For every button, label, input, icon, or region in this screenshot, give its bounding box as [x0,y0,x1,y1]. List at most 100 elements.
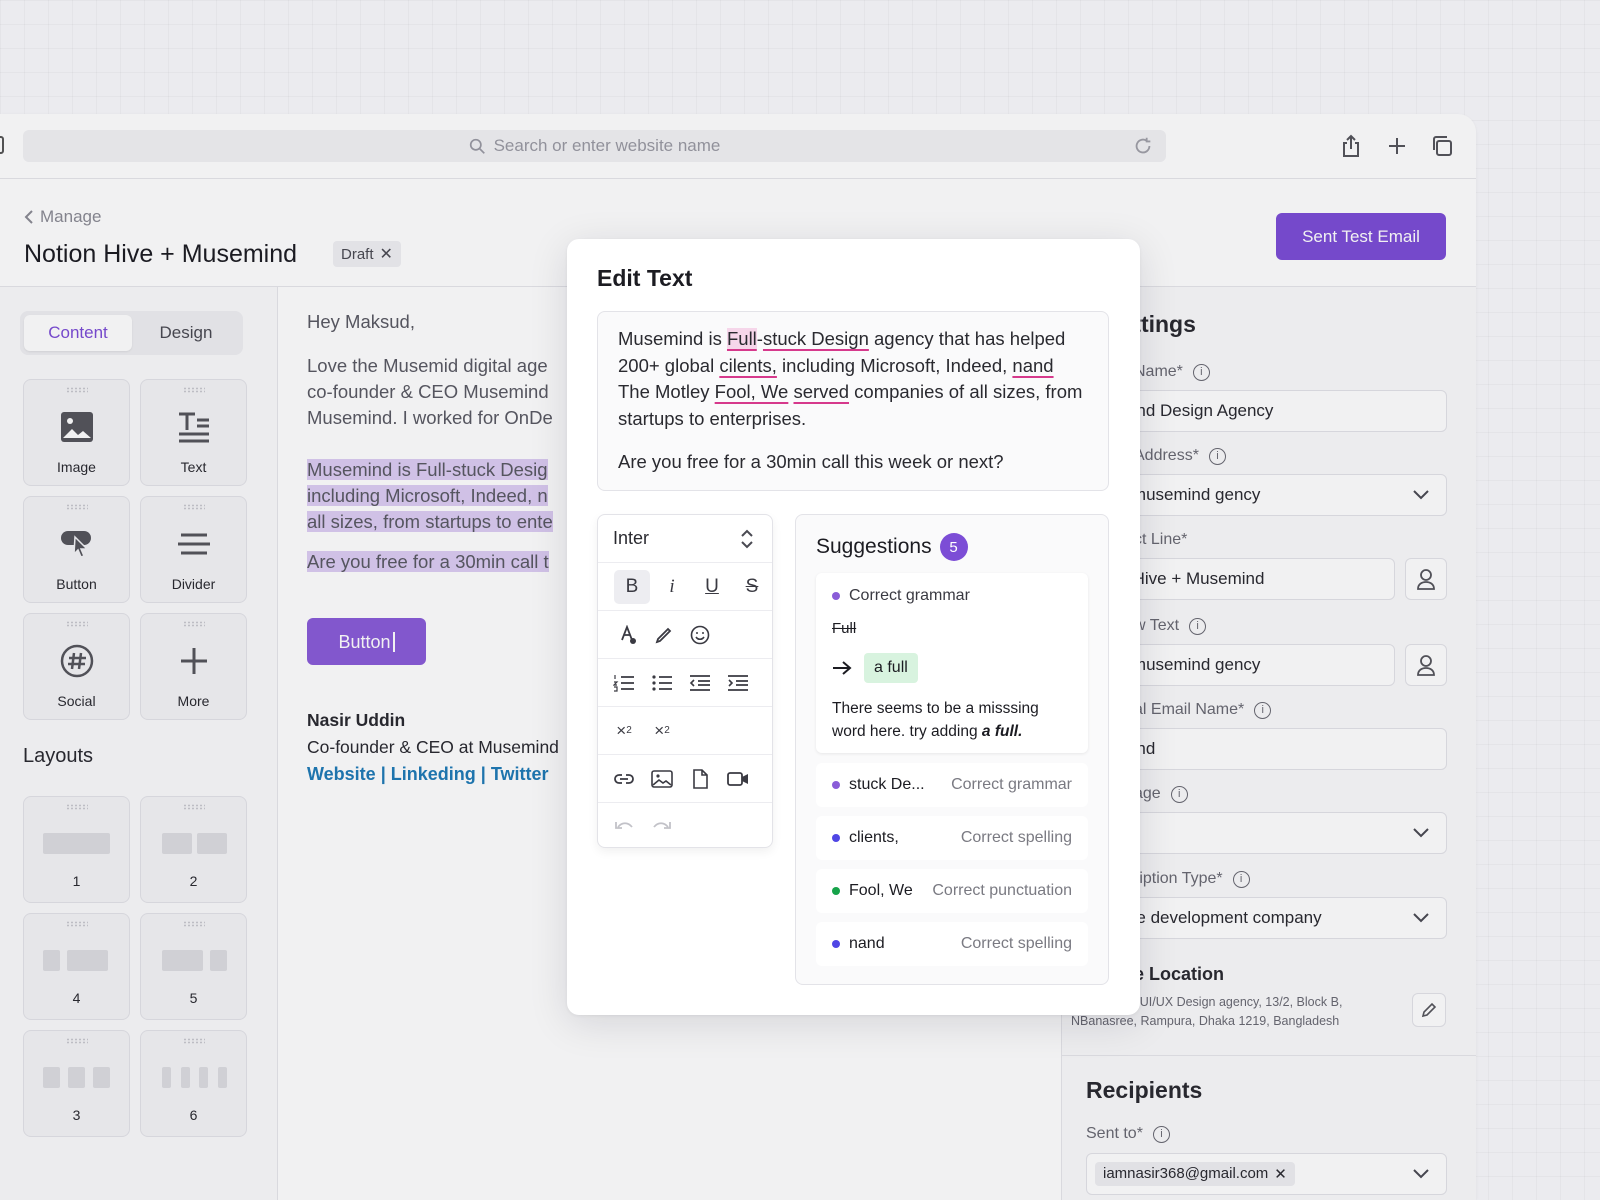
outdent-icon[interactable] [682,666,718,700]
suggestion-item[interactable]: stuck De... Correct grammar [816,763,1088,807]
link-twitter[interactable]: Twitter [491,764,549,784]
email-line-selected[interactable]: Are you free for a 30min call t [307,551,549,572]
suggestion-type: Correct grammar [951,776,1072,793]
undo-icon[interactable] [606,808,642,842]
emoji-icon[interactable] [682,618,718,652]
text-color-icon[interactable] [610,618,646,652]
block-button[interactable]: Button [23,496,130,603]
info-icon[interactable]: i [1152,1125,1170,1143]
suggestion-item[interactable]: Fool, We Correct punctuation [816,869,1088,913]
info-icon[interactable]: i [1254,701,1272,719]
subscription-type-select[interactable]: ware development company [1098,897,1447,939]
drag-handle-icon[interactable] [65,504,88,510]
link-website[interactable]: Website [307,764,376,784]
chevron-down-icon [1413,828,1429,838]
address-bar[interactable]: Search or enter website name [23,130,1166,162]
edit-text-area[interactable]: Musemind is Full-stuck Design agency tha… [597,311,1109,491]
suggestion-item[interactable]: nand Correct spelling [816,922,1088,966]
user-icon [1417,569,1435,590]
plus-icon [179,641,209,681]
subject-line-field[interactable]: on Hive + Musemind [1098,558,1395,600]
link-linkedin[interactable]: Linkeding [391,764,476,784]
preview-text-field[interactable]: r@musemind gency [1098,644,1395,686]
subscript-icon[interactable]: × 2 [606,714,642,748]
info-icon[interactable]: i [1208,447,1226,465]
highlighter-icon[interactable] [646,618,682,652]
replacement-chip[interactable]: a full [864,653,918,683]
tabs-overview-icon[interactable] [1426,130,1458,162]
drag-handle-icon[interactable] [65,387,88,393]
superscript-icon[interactable]: × 2 [644,714,680,748]
block-divider[interactable]: Divider [140,496,247,603]
language-select[interactable]: lish [1098,812,1447,854]
drag-handle-icon[interactable] [182,621,205,627]
flagged-word[interactable]: served [793,381,849,402]
flagged-word[interactable]: Full [726,328,757,349]
layout-6[interactable]: 6 [140,1030,247,1137]
reload-icon[interactable] [1132,135,1154,157]
image-icon [60,407,94,447]
email-paragraph-selected[interactable]: Musemind is Full-stuck Desig including M… [307,457,553,535]
indent-icon[interactable] [720,666,756,700]
drag-handle-icon[interactable] [182,387,205,393]
sender-name-field[interactable]: emind Design Agency [1098,390,1447,432]
layout-2[interactable]: 2 [140,796,247,903]
strikethrough-button[interactable]: S [734,570,770,604]
drag-handle-icon[interactable] [65,621,88,627]
sent-to-select[interactable]: iamnasir368@gmail.com ✕ [1086,1153,1447,1195]
share-icon[interactable] [1335,130,1367,162]
underline-button[interactable]: U [694,570,730,604]
tab-design[interactable]: Design [132,315,240,351]
sidebar-toggle-icon[interactable] [0,136,4,154]
flagged-word[interactable]: cilents, [719,355,777,376]
block-image[interactable]: Image [23,379,130,486]
numbered-list-icon[interactable] [606,666,642,700]
chevron-down-icon [1413,490,1429,500]
layout-1[interactable]: 1 [23,796,130,903]
email-button-block[interactable]: Button [307,618,426,665]
layout-5[interactable]: 5 [140,913,247,1020]
toolbar-row [598,659,772,707]
info-icon[interactable]: i [1170,785,1188,803]
field-label: w Text i [1134,617,1207,635]
image-icon[interactable] [644,762,680,796]
personalize-button[interactable] [1405,644,1447,686]
video-icon[interactable] [720,762,756,796]
suggestion-word: nand [849,935,885,952]
new-tab-icon[interactable] [1381,130,1413,162]
flagged-word[interactable]: nand [1012,355,1053,376]
internal-email-name-field[interactable]: emind [1098,728,1447,770]
layout-3[interactable]: 3 [23,1030,130,1137]
block-more[interactable]: More [140,613,247,720]
personalize-button[interactable] [1405,558,1447,600]
font-select[interactable]: Inter [598,515,772,563]
info-icon[interactable]: i [1192,363,1210,381]
file-icon[interactable] [682,762,718,796]
close-icon[interactable]: ✕ [1274,1165,1287,1183]
flagged-word[interactable]: Fool, We [715,381,789,402]
italic-button[interactable]: i [654,570,690,604]
block-social[interactable]: Social [23,613,130,720]
layouts-title: Layouts [23,745,94,767]
send-test-email-button[interactable]: Sent Test Email [1276,213,1446,260]
replacement-row: a full [832,653,918,683]
sender-address-select[interactable]: r@musemind gency [1098,474,1447,516]
drag-handle-icon[interactable] [182,504,205,510]
layout-4[interactable]: 4 [23,913,130,1020]
email-paragraph[interactable]: Love the Musemid digital age co-founder … [307,353,553,431]
info-icon[interactable]: i [1189,617,1207,635]
link-icon[interactable] [606,762,642,796]
block-text[interactable]: Text [140,379,247,486]
back-link[interactable]: Manage [24,207,101,227]
suggestion-item[interactable]: clients, Correct spelling [816,816,1088,860]
redo-icon[interactable] [644,808,680,842]
info-icon[interactable]: i [1232,870,1250,888]
toolbar-divider [0,178,1476,179]
active-suggestion-card[interactable]: Correct grammar Full a full There seems … [816,573,1088,753]
edit-location-button[interactable] [1412,993,1446,1027]
tab-content[interactable]: Content [24,315,132,351]
bullet-list-icon[interactable] [644,666,680,700]
flagged-word[interactable]: stuck Design [763,328,869,349]
close-icon[interactable]: ✕ [380,244,393,264]
bold-button[interactable]: B [614,569,650,604]
